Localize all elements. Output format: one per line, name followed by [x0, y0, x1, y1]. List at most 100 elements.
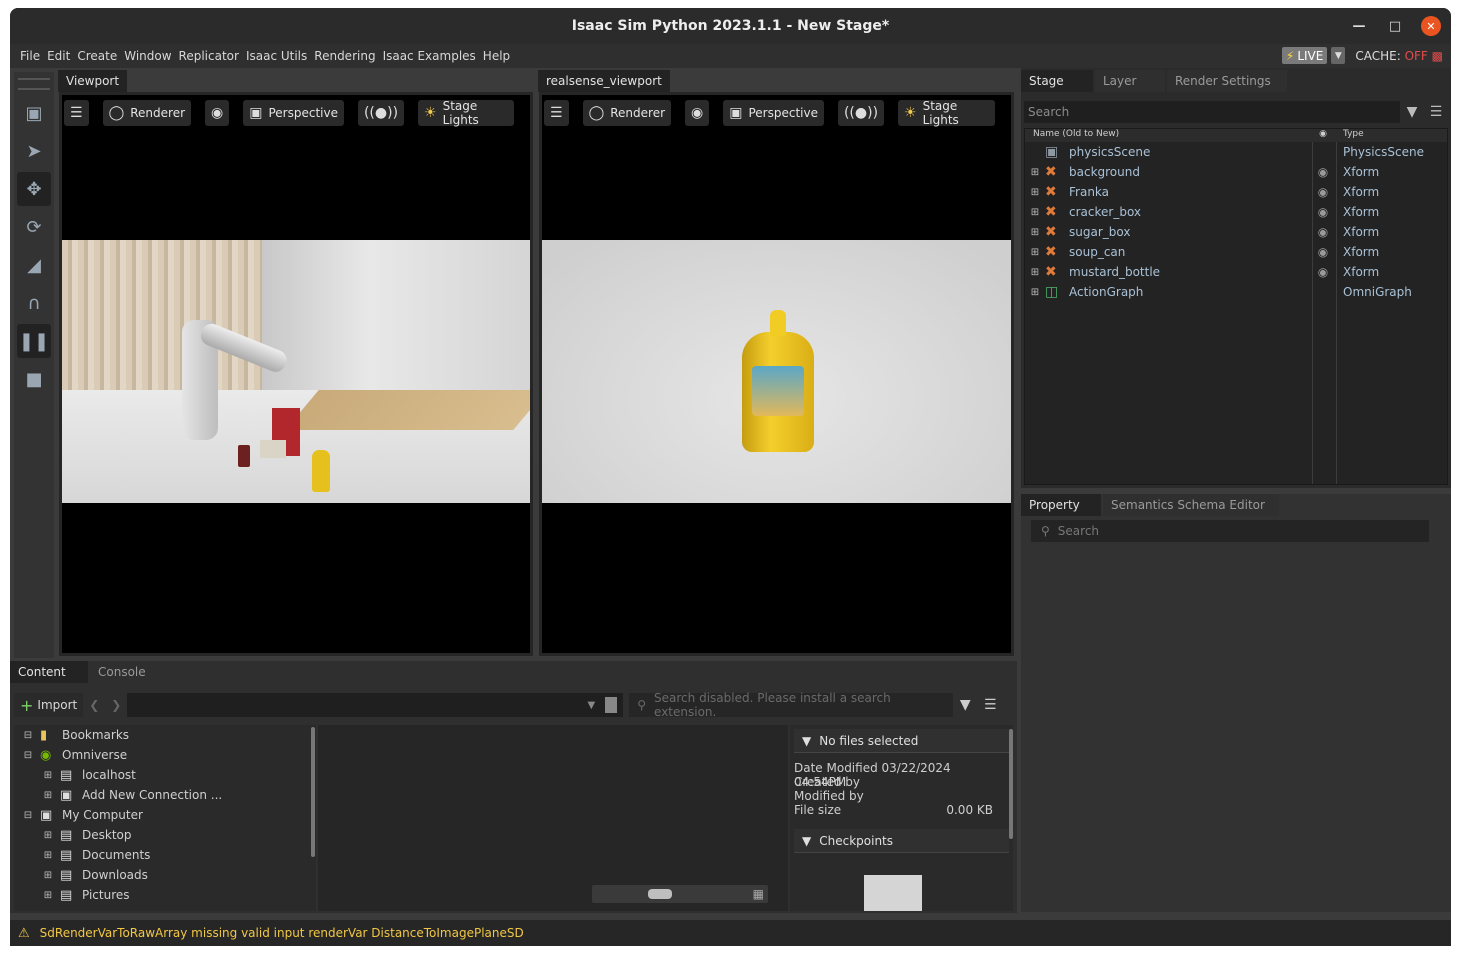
bookmark-icon[interactable]	[605, 697, 618, 713]
tab-viewport[interactable]: Viewport	[58, 70, 128, 92]
stage-row-background[interactable]: ⊞ ✖ background ◉ Xform	[1025, 162, 1447, 182]
stage-search-input[interactable]: Search	[1024, 101, 1400, 123]
scale-tool-icon[interactable]: ◢	[17, 248, 51, 282]
eye-icon[interactable]: ◉	[1311, 265, 1335, 279]
camera-button[interactable]: ▣ Perspective	[723, 100, 824, 126]
live-button[interactable]: ⚡ LIVE	[1281, 47, 1328, 64]
expand-icon[interactable]: ⊞	[1029, 246, 1041, 258]
toolbar-grip[interactable]	[18, 78, 50, 90]
menu-help[interactable]: Help	[483, 49, 510, 63]
viewport-settings-button[interactable]: ☰	[544, 100, 569, 126]
select-pointer-icon[interactable]: ➤	[17, 134, 51, 168]
collapse-icon[interactable]: ⊟	[22, 809, 34, 821]
col-type[interactable]: Type	[1335, 129, 1364, 142]
menu-window[interactable]: Window	[124, 49, 171, 63]
visibility-button[interactable]: ◉	[685, 100, 710, 126]
file-grid[interactable]: ▦	[318, 725, 788, 911]
sensor-button[interactable]: ((●))	[837, 100, 885, 126]
expand-icon[interactable]: ⊞	[42, 769, 54, 781]
tab-semantics-schema-editor[interactable]: Semantics Schema Editor	[1103, 494, 1279, 516]
col-name[interactable]: Name (Old to New)	[1025, 129, 1311, 142]
stage-row-physicsscene[interactable]: ▣ physicsScene PhysicsScene	[1025, 142, 1447, 162]
thumbnail-size-slider[interactable]: ▦	[592, 885, 768, 903]
menu-create[interactable]: Create	[77, 49, 117, 63]
close-icon[interactable]: ✕	[1421, 16, 1441, 36]
expand-icon[interactable]: ⊞	[42, 889, 54, 901]
forward-arrow-icon[interactable]: ❯	[105, 698, 127, 712]
snap-magnet-icon[interactable]: ∩	[17, 286, 51, 320]
grid-view-icon[interactable]: ▦	[753, 887, 764, 901]
tab-realsense-viewport[interactable]: realsense_viewport	[538, 70, 670, 92]
tab-console[interactable]: Console	[90, 661, 168, 683]
expand-icon[interactable]: ⊞	[1029, 166, 1041, 178]
stage-row-sugar-box[interactable]: ⊞ ✖ sugar_box ◉ Xform	[1025, 222, 1447, 242]
tree-scrollbar[interactable]	[311, 727, 315, 857]
pause-icon[interactable]: ❚❚	[17, 324, 51, 358]
path-input[interactable]: ▼	[127, 693, 624, 717]
tab-property[interactable]: Property	[1021, 494, 1101, 516]
menu-isaac-examples[interactable]: Isaac Examples	[383, 49, 476, 63]
filter-icon[interactable]: ▼	[960, 697, 971, 713]
tab-render-settings[interactable]: Render Settings	[1167, 70, 1287, 92]
tab-layer[interactable]: Layer	[1095, 70, 1165, 92]
tree-item-bookmarks[interactable]: ⊟ ▮ Bookmarks	[14, 725, 316, 745]
expand-icon[interactable]: ⊞	[1029, 266, 1041, 278]
stage-row-soup-can[interactable]: ⊞ ✖ soup_can ◉ Xform	[1025, 242, 1447, 262]
import-button[interactable]: + Import	[14, 693, 84, 717]
eye-icon[interactable]: ◉	[1311, 205, 1335, 219]
expand-icon[interactable]: ⊞	[42, 789, 54, 801]
filter-icon[interactable]: ▼	[1400, 104, 1424, 120]
tree-item-documents[interactable]: ⊞ ▤ Documents	[14, 845, 316, 865]
expand-icon[interactable]: ⊞	[42, 829, 54, 841]
tree-item-desktop[interactable]: ⊞ ▤ Desktop	[14, 825, 316, 845]
tree-item-localhost[interactable]: ⊞ ▤ localhost	[14, 765, 316, 785]
rotate-tool-icon[interactable]: ⟳	[17, 210, 51, 244]
stage-row-actiongraph[interactable]: ⊞ ◫ ActionGraph OmniGraph	[1025, 282, 1447, 302]
maximize-icon[interactable]: □	[1385, 16, 1405, 36]
expand-icon[interactable]: ⊞	[42, 849, 54, 861]
menu-edit[interactable]: Edit	[47, 49, 70, 63]
expand-icon[interactable]: ⊞	[1029, 226, 1041, 238]
tree-item-add-new-connection[interactable]: ⊞ ▣ Add New Connection ...	[14, 785, 316, 805]
menu-isaac-utils[interactable]: Isaac Utils	[246, 49, 307, 63]
file-info-header[interactable]: ▼ No files selected	[794, 729, 1009, 753]
minimize-icon[interactable]: —	[1349, 16, 1369, 36]
expand-icon[interactable]: ⊞	[1029, 206, 1041, 218]
stage-row-franka[interactable]: ⊞ ✖ Franka ◉ Xform	[1025, 182, 1447, 202]
menu-file[interactable]: File	[20, 49, 40, 63]
content-search-input[interactable]: ⚲ Search disabled. Please install a sear…	[629, 691, 954, 719]
move-tool-icon[interactable]: ✥	[17, 172, 51, 206]
stage-row-cracker-box[interactable]: ⊞ ✖ cracker_box ◉ Xform	[1025, 202, 1447, 222]
collapse-icon[interactable]: ⊟	[22, 749, 34, 761]
property-search-input[interactable]: ⚲ Search	[1031, 520, 1429, 542]
viewport-settings-button[interactable]: ☰	[64, 100, 89, 126]
renderer-button[interactable]: ◯ Renderer	[582, 100, 672, 126]
viewport-realsense[interactable]: ☰ ◯ Renderer ◉ ▣ Perspective ((●)) ☀ Stage …	[539, 92, 1014, 656]
details-scrollbar[interactable]	[1009, 729, 1013, 839]
chevron-down-icon[interactable]: ▼	[1331, 47, 1346, 64]
tab-stage[interactable]: Stage	[1021, 70, 1093, 92]
camera-button[interactable]: ▣ Perspective	[243, 100, 344, 126]
eye-icon[interactable]: ◉	[1311, 165, 1335, 179]
sensor-button[interactable]: ((●))	[357, 100, 405, 126]
slider-thumb[interactable]	[648, 889, 672, 899]
menu-replicator[interactable]: Replicator	[179, 49, 239, 63]
visibility-button[interactable]: ◉	[205, 100, 230, 126]
tree-item-pictures[interactable]: ⊞ ▤ Pictures	[14, 885, 316, 905]
menu-rendering[interactable]: Rendering	[314, 49, 375, 63]
eye-icon[interactable]: ◉	[1311, 245, 1335, 259]
chevron-down-icon[interactable]: ▼	[588, 700, 596, 711]
expand-icon[interactable]: ⊞	[1029, 186, 1041, 198]
eye-icon[interactable]: ◉	[1311, 185, 1335, 199]
stop-icon[interactable]: ■	[17, 362, 51, 396]
expand-icon[interactable]: ⊞	[1029, 286, 1041, 298]
collapse-icon[interactable]: ⊟	[22, 729, 34, 741]
tree-item-my-computer[interactable]: ⊟ ▣ My Computer	[14, 805, 316, 825]
menu-icon[interactable]: ☰	[984, 697, 997, 713]
expand-icon[interactable]: ⊞	[42, 869, 54, 881]
menu-icon[interactable]: ☰	[1424, 104, 1448, 120]
tree-item-downloads[interactable]: ⊞ ▤ Downloads	[14, 865, 316, 885]
stage-lights-button[interactable]: ☀ Stage Lights	[418, 99, 514, 127]
back-arrow-icon[interactable]: ❮	[83, 698, 105, 712]
tree-item-omniverse[interactable]: ⊟ ◉ Omniverse	[14, 745, 316, 765]
